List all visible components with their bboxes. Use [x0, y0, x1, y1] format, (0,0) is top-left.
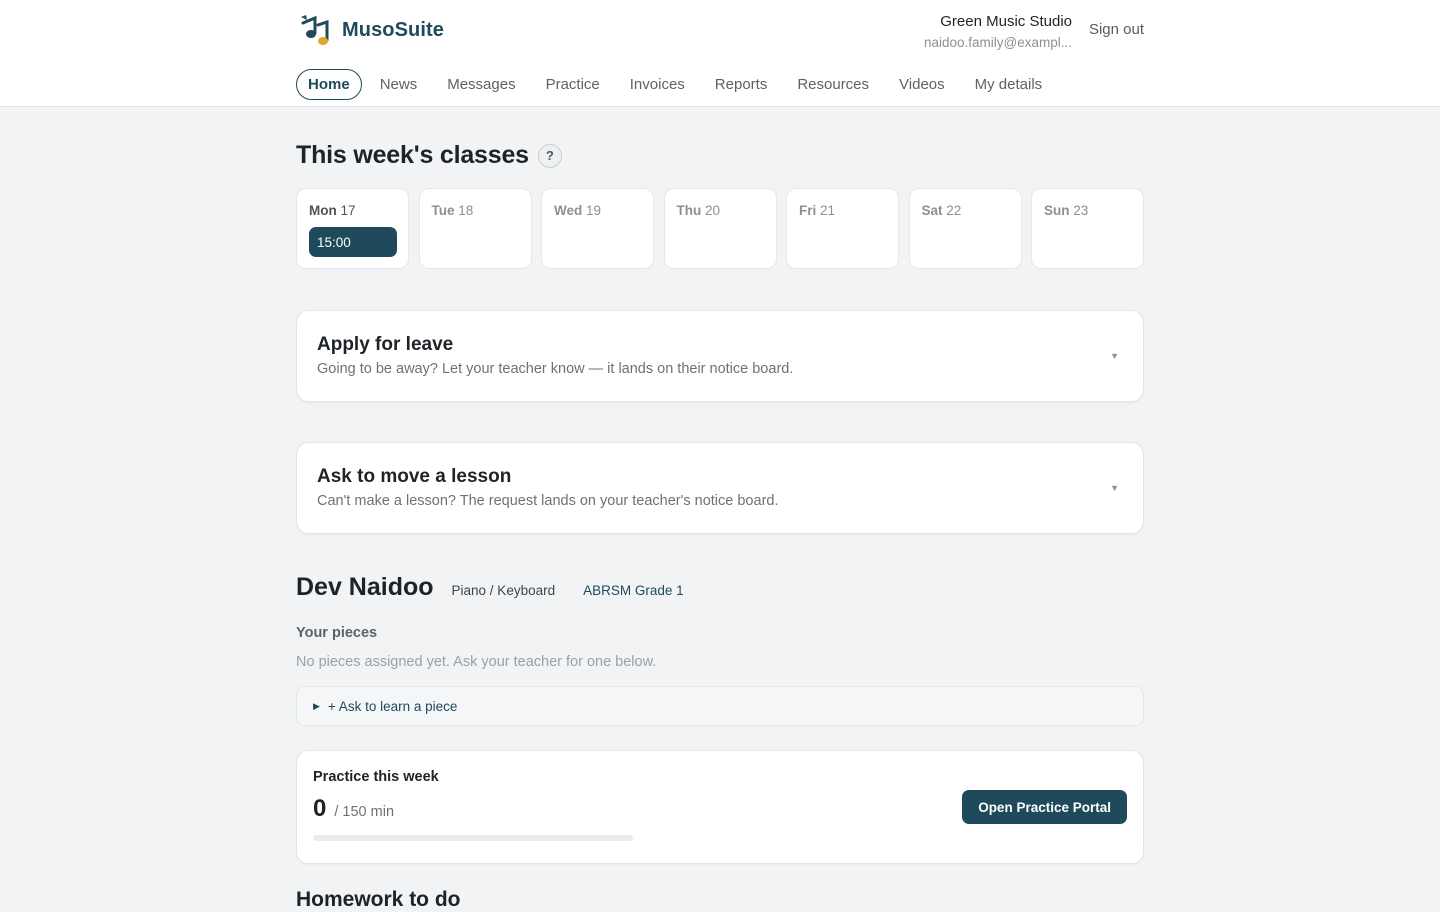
day-label: Sun 23: [1044, 203, 1089, 218]
day-label: Mon 17: [309, 203, 356, 218]
ask-piece-toggle[interactable]: ▶ + Ask to learn a piece: [296, 686, 1144, 726]
nav-item-reports[interactable]: Reports: [700, 69, 783, 100]
day-label: Fri 21: [799, 203, 836, 218]
student-name: Dev Naidoo: [296, 573, 434, 601]
sign-out-link[interactable]: Sign out: [1089, 21, 1144, 38]
brand-name: MusoSuite: [342, 18, 445, 41]
day-card-thu: Thu 20: [663, 188, 777, 269]
top-bar: MusoSuite Green Music Studio naidoo.fami…: [0, 0, 1440, 107]
practice-title: Practice this week: [313, 769, 439, 785]
nav-item-my-details[interactable]: My details: [960, 69, 1058, 100]
practice-minutes-target: / 150 min: [334, 804, 395, 820]
nav-item-invoices[interactable]: Invoices: [615, 69, 700, 100]
day-label: Thu 20: [676, 203, 721, 218]
instrument-badge: Piano / Keyboard: [451, 583, 556, 598]
pieces-empty-message: No pieces assigned yet. Ask your teacher…: [296, 654, 657, 670]
main-nav: Home News Messages Practice Invoices Rep…: [296, 69, 1057, 100]
day-label: Tue 18: [431, 203, 474, 218]
move-lesson-card[interactable]: Ask to move a lesson Can't make a lesson…: [296, 442, 1144, 534]
nav-item-videos[interactable]: Videos: [884, 69, 960, 100]
grade-badge: ABRSM Grade 1: [583, 583, 684, 598]
nav-item-messages[interactable]: Messages: [432, 69, 530, 100]
studio-name: Green Music Studio: [940, 13, 1072, 30]
music-notes-icon: [301, 15, 329, 45]
apply-leave-title: Apply for leave: [317, 334, 454, 355]
homework-title: Homework to do: [296, 888, 461, 911]
apply-leave-card[interactable]: Apply for leave Going to be away? Let yo…: [296, 310, 1144, 402]
week-day-cards: Mon 17 15:00 Tue 18 Wed 19 Thu 20 Fri 21…: [296, 188, 1144, 269]
day-card-sun: Sun 23: [1031, 188, 1144, 269]
day-card-fri: Fri 21: [786, 188, 899, 269]
move-lesson-description: Can't make a lesson? The request lands o…: [317, 493, 779, 509]
triangle-right-icon: ▶: [313, 700, 320, 711]
practice-card: Practice this week 0 / 150 min Open Prac…: [296, 750, 1144, 864]
pieces-label: Your pieces: [296, 625, 378, 641]
apply-leave-description: Going to be away? Let your teacher know …: [317, 361, 794, 377]
student-header: Dev Naidoo Piano / Keyboard ABRSM Grade …: [296, 573, 684, 602]
account-info: Green Music Studio naidoo.family@exampl.…: [924, 12, 1072, 54]
day-card-tue: Tue 18: [418, 188, 532, 269]
help-icon[interactable]: ?: [537, 143, 562, 168]
practice-progress-bar: [313, 835, 633, 841]
day-card-sat: Sat 22: [908, 188, 1022, 269]
nav-item-news[interactable]: News: [365, 69, 433, 100]
top-bar-inner: MusoSuite Green Music Studio naidoo.fami…: [296, 0, 1144, 107]
page-title: This week's classes: [296, 141, 529, 169]
chevron-down-icon[interactable]: ▼: [1110, 483, 1119, 493]
day-card-mon: Mon 17 15:00: [296, 188, 409, 269]
chevron-down-icon[interactable]: ▼: [1110, 351, 1119, 361]
class-chip[interactable]: 15:00: [309, 227, 397, 257]
account-email: naidoo.family@exampl...: [923, 35, 1072, 50]
day-card-wed: Wed 19: [541, 188, 654, 269]
day-label: Wed 19: [554, 203, 602, 218]
nav-item-resources[interactable]: Resources: [782, 69, 884, 100]
ask-piece-label: + Ask to learn a piece: [327, 698, 458, 714]
nav-item-home[interactable]: Home: [296, 69, 362, 100]
practice-minutes-value: 0: [313, 795, 327, 822]
day-label: Sat 22: [921, 203, 962, 218]
open-practice-portal-button[interactable]: Open Practice Portal: [962, 790, 1127, 824]
nav-item-practice[interactable]: Practice: [531, 69, 615, 100]
week-classes-header: This week's classes ?: [296, 141, 562, 170]
move-lesson-title: Ask to move a lesson: [317, 466, 512, 487]
brand[interactable]: MusoSuite: [298, 13, 444, 47]
